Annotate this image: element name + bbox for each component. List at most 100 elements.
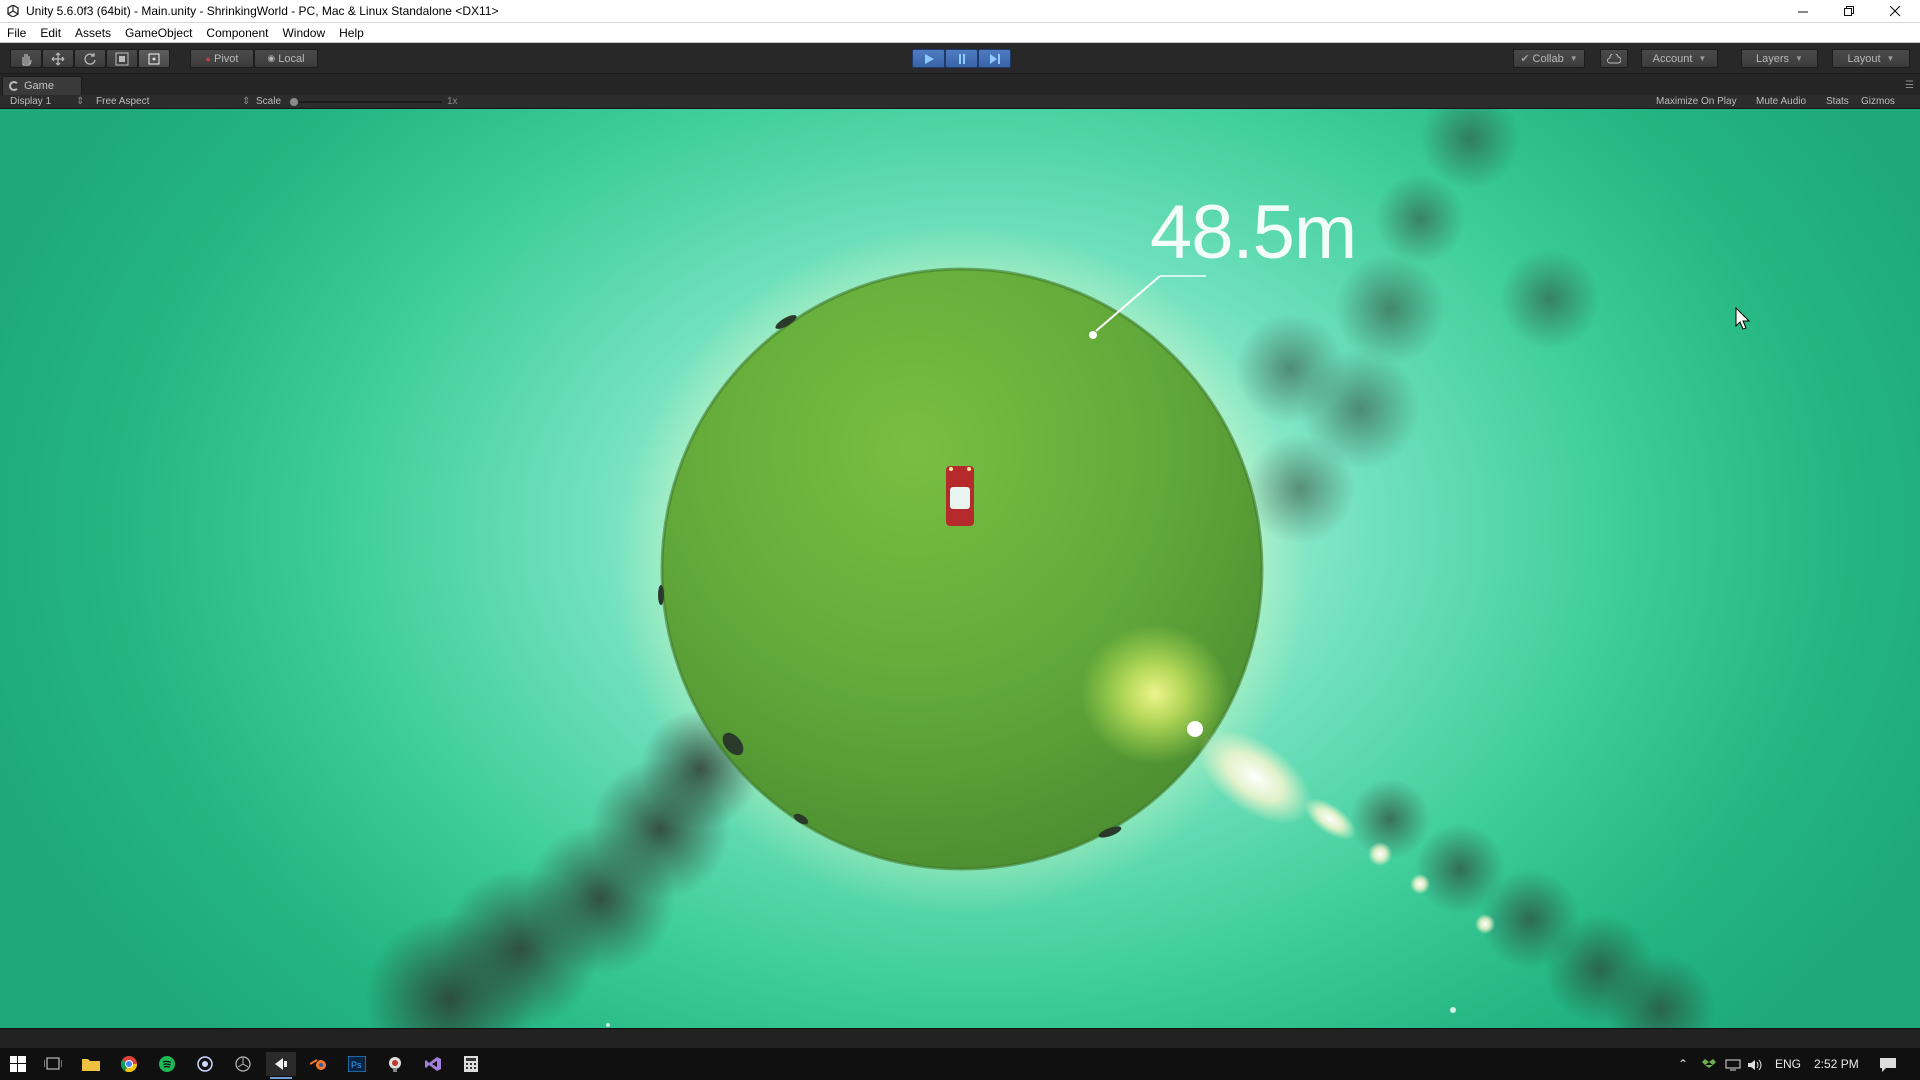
tab-game-label: Game [24, 80, 54, 92]
calculator-icon[interactable] [456, 1052, 486, 1076]
aspect-dropdown-arrows-icon: ⇕ [242, 96, 251, 107]
pivot-label: Pivot [213, 52, 239, 65]
move-tool-icon[interactable] [42, 49, 74, 68]
title-bar: Unity 5.6.0f3 (64bit) - Main.unity - Shr… [0, 0, 1920, 23]
window-title: Unity 5.6.0f3 (64bit) - Main.unity - Shr… [26, 4, 499, 18]
game-scene [365, 109, 1751, 1028]
layout-label: Layout [1847, 52, 1881, 65]
rotate-tool-icon[interactable] [74, 49, 106, 68]
unity-editor-icon[interactable] [266, 1052, 296, 1079]
scale-slider-track[interactable] [292, 101, 442, 103]
account-label: Account [1652, 52, 1693, 65]
local-label: Local [278, 52, 305, 65]
volume-icon[interactable] [1748, 1048, 1764, 1080]
cloud-icon [1607, 53, 1621, 63]
collab-label: Collab [1532, 52, 1564, 65]
scale-tool-icon[interactable] [106, 49, 138, 68]
blender-icon[interactable] [304, 1052, 334, 1076]
main-toolbar: ● Pivot ◉ Local ✔ Collab ▼ Account ▼ Lay… [0, 43, 1920, 74]
pause-icon [958, 53, 965, 64]
minimize-icon[interactable] [1780, 0, 1826, 23]
pause-button[interactable] [945, 49, 978, 68]
pivot-toggle[interactable]: ● Pivot [190, 49, 254, 68]
menu-assets[interactable]: Assets [68, 23, 118, 43]
start-icon[interactable] [3, 1052, 33, 1076]
status-bar [0, 1028, 1920, 1048]
gizmos-dropdown[interactable]: Gizmos [1861, 95, 1895, 109]
chevron-down-icon: ▼ [1886, 54, 1895, 63]
step-button[interactable] [978, 49, 1011, 68]
app-icon[interactable] [190, 1052, 220, 1076]
scale-value: 1x [447, 96, 458, 107]
step-icon [989, 53, 1000, 64]
mouse-cursor-icon [1735, 306, 1751, 330]
windows-taskbar: Ps ⌃ ENG 2:52 PM [0, 1048, 1920, 1080]
menu-edit[interactable]: Edit [33, 23, 68, 43]
scale-label: Scale [256, 96, 282, 107]
unity-icon[interactable] [228, 1052, 258, 1076]
player-car [946, 466, 974, 526]
panel-menu-icon[interactable]: ☰ [1905, 80, 1914, 91]
chevron-down-icon: ▼ [1698, 54, 1707, 63]
menu-file[interactable]: File [0, 23, 33, 43]
particle [1450, 1007, 1456, 1013]
game-view-controls: Display 1 ⇕ Free Aspect ⇕ Scale 1x Maxim… [0, 95, 1920, 109]
clock[interactable]: 2:52 PM [1814, 1048, 1859, 1080]
chevron-up-icon[interactable]: ⌃ [1678, 1048, 1688, 1080]
hand-tool-icon[interactable] [10, 49, 42, 68]
local-toggle[interactable]: ◉ Local [254, 49, 318, 68]
distance-readout: 48.5m [1150, 190, 1357, 275]
unity-logo-icon [6, 4, 20, 18]
scale-slider-handle[interactable] [289, 97, 299, 107]
display-dropdown-arrows-icon: ⇕ [76, 96, 85, 107]
aspect-dropdown[interactable]: Free Aspect [96, 95, 149, 109]
pivot-icon: ● [205, 53, 211, 64]
spotify-icon[interactable] [152, 1052, 182, 1076]
collab-dropdown[interactable]: ✔ Collab ▼ [1513, 49, 1585, 68]
menu-gameobject[interactable]: GameObject [118, 23, 199, 43]
stats-toggle[interactable]: Stats [1826, 95, 1849, 109]
tab-game[interactable]: Game [2, 76, 82, 95]
smoke-trail-left [365, 709, 760, 1028]
particle [606, 1023, 610, 1027]
play-icon [924, 53, 934, 64]
app-icon-2[interactable] [380, 1052, 410, 1076]
chevron-down-icon: ▼ [1569, 54, 1578, 63]
rect-tool-icon[interactable] [138, 49, 170, 68]
chrome-icon[interactable] [114, 1052, 144, 1076]
check-icon: ✔ [1520, 53, 1530, 65]
game-tab-icon [9, 81, 19, 91]
smoke-trail-bottom-right [1350, 779, 1715, 1028]
game-viewport[interactable]: 48.5m [0, 109, 1920, 1028]
notifications-icon[interactable] [1880, 1048, 1896, 1080]
menu-help[interactable]: Help [332, 23, 371, 43]
svg-text:Ps: Ps [351, 1060, 362, 1070]
account-dropdown[interactable]: Account ▼ [1641, 49, 1718, 68]
mute-audio-toggle[interactable]: Mute Audio [1756, 95, 1806, 109]
layers-label: Layers [1756, 52, 1790, 65]
language-indicator[interactable]: ENG [1775, 1048, 1801, 1080]
photoshop-icon[interactable]: Ps [342, 1052, 372, 1076]
dropbox-icon[interactable] [1702, 1048, 1716, 1080]
task-view-icon[interactable] [38, 1052, 68, 1076]
menu-bar: File Edit Assets GameObject Component Wi… [0, 23, 1920, 43]
file-explorer-icon[interactable] [76, 1052, 106, 1076]
chevron-down-icon: ▼ [1795, 54, 1803, 63]
menu-component[interactable]: Component [199, 23, 275, 43]
layout-dropdown[interactable]: Layout ▼ [1832, 49, 1910, 68]
visual-studio-icon[interactable] [418, 1052, 448, 1076]
local-icon: ◉ [267, 53, 276, 63]
restore-icon[interactable] [1826, 0, 1872, 23]
planet [662, 269, 1262, 869]
unity-editor-window: Unity 5.6.0f3 (64bit) - Main.unity - Shr… [0, 0, 1920, 1080]
display-dropdown[interactable]: Display 1 [10, 95, 51, 109]
game-tab-strip: Game ☰ [0, 74, 1920, 95]
cloud-button[interactable] [1600, 49, 1628, 68]
maximize-on-play-toggle[interactable]: Maximize On Play [1656, 95, 1737, 109]
network-icon[interactable] [1725, 1048, 1741, 1080]
layers-dropdown[interactable]: Layers ▼ [1741, 49, 1818, 68]
menu-window[interactable]: Window [275, 23, 332, 43]
smoke-trail-top-right [1235, 109, 1600, 544]
play-button[interactable] [912, 49, 945, 68]
close-icon[interactable] [1872, 0, 1918, 23]
